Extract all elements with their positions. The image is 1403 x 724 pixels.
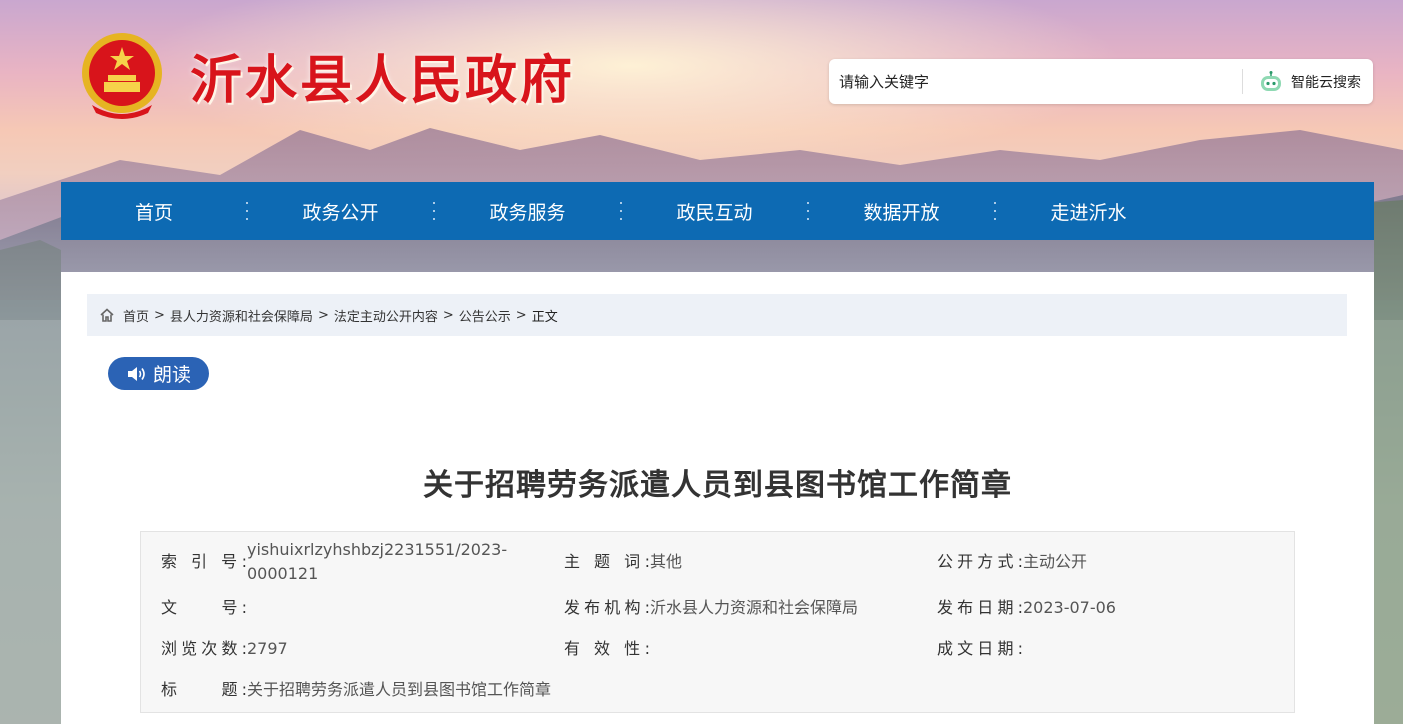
robot-icon <box>1261 70 1281 91</box>
meta-value: 主动公开 <box>1023 552 1088 571</box>
breadcrumb-separator: > <box>442 307 454 323</box>
meta-label: 索 引 号: <box>161 552 247 571</box>
meta-value: 关于招聘劳务派遣人员到县图书馆工作简章 <box>247 680 552 699</box>
meta-created-date: 成文日期: <box>937 637 1023 661</box>
meta-open-mode: 公开方式: 主动公开 <box>937 550 1087 574</box>
breadcrumb-separator: > <box>154 307 165 323</box>
meta-title: 标 题: 关于招聘劳务派遣人员到县图书馆工作简章 <box>161 678 551 702</box>
read-aloud-label: 朗读 <box>153 364 192 386</box>
meta-label: 发布日期: <box>937 598 1023 617</box>
meta-label: 文 号: <box>161 598 247 617</box>
read-aloud-button[interactable]: 朗读 <box>108 357 209 390</box>
meta-index-no: 索 引 号: yishuixrlzyhshbzj2231551/2023- 00… <box>161 538 507 586</box>
meta-label: 成文日期: <box>937 639 1023 658</box>
meta-value: yishuixrlzyhshbzj2231551/2023- 0000121 <box>247 538 507 586</box>
meta-publish-date: 发布日期: 2023-07-06 <box>937 596 1116 620</box>
nav-item-gov-affairs-public[interactable]: 政务公开 <box>247 182 435 240</box>
nav-item-label: 数据开放 <box>863 201 940 224</box>
search-button-label: 智能云搜索 <box>1291 74 1361 91</box>
nav-item-gov-services[interactable]: 政务服务 <box>434 182 622 240</box>
breadcrumb-link-department[interactable]: 县人力资源和社会保障局 <box>170 306 313 325</box>
meta-label: 发布机构: <box>564 598 650 617</box>
meta-value: 2023-07-06 <box>1023 598 1116 617</box>
nav-item-label: 走进沂水 <box>1050 201 1127 224</box>
nav-item-label: 政务公开 <box>302 201 379 224</box>
meta-validity: 有 效 性: <box>564 637 650 661</box>
meta-value-line: 0000121 <box>247 564 319 583</box>
breadcrumb-link-statutory-content[interactable]: 法定主动公开内容 <box>334 306 438 325</box>
content-card: 首页 > 县人力资源和社会保障局 > 法定主动公开内容 > 公告公示 > 正文 … <box>61 272 1374 724</box>
meta-views: 浏览次数: 2797 <box>161 637 288 661</box>
nav-item-home[interactable]: 首页 <box>61 182 248 240</box>
meta-label: 有 效 性: <box>564 639 650 658</box>
metadata-table: 索 引 号: yishuixrlzyhshbzj2231551/2023- 00… <box>140 531 1295 713</box>
breadcrumb-link-announcements[interactable]: 公告公示 <box>459 306 511 325</box>
nav-item-open-data[interactable]: 数据开放 <box>808 182 996 240</box>
nav-item-about-yishui[interactable]: 走进沂水 <box>995 182 1182 240</box>
meta-label: 公开方式: <box>937 552 1023 571</box>
breadcrumb-separator: > <box>515 307 527 323</box>
national-emblem-icon <box>82 33 162 119</box>
breadcrumb: 首页 > 县人力资源和社会保障局 > 法定主动公开内容 > 公告公示 > 正文 <box>87 294 1347 336</box>
speaker-icon <box>128 366 145 381</box>
meta-subject: 主 题 词: 其他 <box>564 550 682 574</box>
nav-item-interaction[interactable]: 政民互动 <box>621 182 809 240</box>
breadcrumb-separator: > <box>317 307 329 323</box>
meta-value: 沂水县人力资源和社会保障局 <box>650 598 859 617</box>
meta-label: 标 题: <box>161 680 247 699</box>
meta-publisher: 发布机构: 沂水县人力资源和社会保障局 <box>564 596 858 620</box>
search-divider <box>1242 69 1243 94</box>
meta-doc-no: 文 号: <box>161 596 247 620</box>
meta-label: 浏览次数: <box>161 639 247 658</box>
search-input[interactable] <box>829 59 1242 104</box>
home-icon <box>100 308 114 322</box>
meta-value: 2797 <box>247 639 288 658</box>
search-box: 智能云搜索 <box>829 59 1373 104</box>
meta-label: 主 题 词: <box>564 552 650 571</box>
nav-item-label: 政务服务 <box>489 201 566 224</box>
meta-value-line: yishuixrlzyhshbzj2231551/2023- <box>247 540 508 559</box>
nav-item-label: 政民互动 <box>676 201 753 224</box>
breadcrumb-current: 正文 <box>531 309 558 325</box>
site-header: 沂水县人民政府 智能云搜索 <box>0 0 1403 180</box>
meta-value: 其他 <box>650 552 683 571</box>
article-title: 关于招聘劳务派遣人员到县图书馆工作简章 <box>423 468 1012 503</box>
site-title: 沂水县人民政府 <box>190 50 576 111</box>
search-button[interactable]: 智能云搜索 <box>1247 59 1373 104</box>
nav-item-label: 首页 <box>134 201 173 224</box>
breadcrumb-link-home[interactable]: 首页 <box>123 306 149 325</box>
main-nav: 首页 政务公开 政务服务 政民互动 数据开放 走进沂水 <box>61 182 1374 240</box>
